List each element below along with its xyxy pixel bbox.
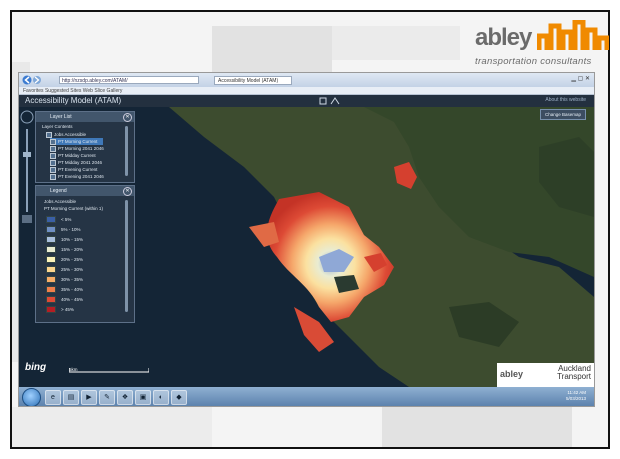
- legend-panel: Legend ✕ Jobs Accessible PT Morning Curr…: [35, 185, 135, 323]
- legend-swatch: [46, 296, 56, 304]
- legend-row: 35% - 40%: [46, 286, 83, 294]
- legend-row: 5% - 10%: [46, 226, 81, 234]
- layer-item[interactable]: PT Evening 2041 2046: [50, 173, 104, 180]
- back-forward-icon[interactable]: [22, 75, 52, 85]
- about-link[interactable]: About this website: [545, 97, 586, 103]
- browser-titlebar: http://nzsdp.abley.com/ATAM/ Accessibili…: [19, 73, 594, 87]
- app-icon[interactable]: ◐: [153, 390, 169, 405]
- legend-swatch: [46, 246, 56, 254]
- legend-label: 5% - 10%: [61, 227, 81, 232]
- radio-icon[interactable]: [50, 166, 56, 173]
- layer-item[interactable]: PT Morning 2041 2046: [50, 145, 104, 152]
- layer-list-panel: Layer List ✕ Layer Contents Jobs Accessi…: [35, 111, 135, 183]
- start-button[interactable]: [22, 388, 41, 406]
- clock-date: 5/03/2013: [565, 396, 586, 401]
- layer-item[interactable]: PT Morning Current: [50, 138, 104, 145]
- pin-icon[interactable]: ◆: [171, 390, 187, 405]
- legend-scrollbar[interactable]: [125, 200, 128, 312]
- legend-label: 15% - 20%: [61, 247, 84, 252]
- change-basemap-button[interactable]: Change Basemap: [540, 109, 586, 120]
- zoom-slider[interactable]: [19, 107, 35, 227]
- background-block: [12, 407, 212, 447]
- app-title: Accessibility Model (ATAM): [25, 96, 122, 105]
- abley-mini-logo: abley: [500, 369, 524, 379]
- folder-icon[interactable]: ▤: [63, 390, 79, 405]
- legend-label: < 5%: [61, 217, 72, 222]
- legend-row: 40% - 45%: [46, 296, 83, 304]
- scale-bar: 5km: [69, 367, 149, 377]
- legend-label: 10% - 15%: [61, 237, 84, 242]
- layer-item[interactable]: PT Evening Current: [50, 166, 97, 173]
- bing-logo: bing: [25, 362, 47, 373]
- screenshot-window: http://nzsdp.abley.com/ATAM/ Accessibili…: [18, 72, 595, 407]
- legend-label: 30% - 35%: [61, 277, 84, 282]
- auckland-transport-logo: Auckland Transport: [557, 364, 591, 381]
- legend-swatch: [46, 236, 56, 244]
- abley-logo: abley transportation consultants: [475, 18, 610, 80]
- partner-logos: abley Auckland Transport: [497, 363, 594, 387]
- logo-word: abley: [475, 24, 532, 51]
- window-icon[interactable]: ▣: [135, 390, 151, 405]
- legend-swatch: [46, 216, 56, 224]
- scale-bar-icon: [69, 368, 149, 373]
- favorites-bar[interactable]: Favorites Suggested Sites Web Slice Gall…: [19, 87, 594, 95]
- legend-swatch: [46, 286, 56, 294]
- layer-group[interactable]: Jobs Accessible: [46, 131, 86, 138]
- legend-label: 20% - 25%: [61, 257, 84, 262]
- system-clock: 11:42 AM 5/03/2013: [566, 390, 586, 402]
- legend-swatch: [46, 256, 56, 264]
- legend-label: 25% - 30%: [61, 267, 84, 272]
- map-view[interactable]: Change Basemap Layer List ✕ Layer Conten…: [19, 107, 594, 387]
- layer-scrollbar[interactable]: [125, 126, 128, 176]
- legend-label: 35% - 40%: [61, 287, 84, 292]
- legend-swatch: [46, 276, 56, 284]
- legend-row: 15% - 20%: [46, 246, 83, 254]
- layer-contents-label: Layer Contents: [42, 124, 73, 129]
- legend-row: 10% - 15%: [46, 236, 83, 244]
- radio-icon[interactable]: [50, 145, 56, 152]
- radio-icon[interactable]: [50, 152, 56, 159]
- legend-row: 20% - 25%: [46, 256, 83, 264]
- legend-row: 25% - 30%: [46, 266, 83, 274]
- ie-icon[interactable]: e: [45, 390, 61, 405]
- layer-list-header: Layer List: [36, 112, 134, 122]
- app-header: Accessibility Model (ATAM) About this we…: [19, 95, 594, 107]
- legend-row: > 45%: [46, 306, 74, 314]
- legend-layer: PT Morning Current (within 1): [44, 206, 103, 211]
- presentation-slide: abley transportation consultants http://…: [0, 0, 620, 459]
- legend-row: 30% - 35%: [46, 276, 83, 284]
- checkbox-icon[interactable]: [46, 131, 52, 138]
- legend-swatch: [46, 306, 56, 314]
- paint-icon[interactable]: ✎: [99, 390, 115, 405]
- layer-item[interactable]: PT Midday Current: [50, 152, 96, 159]
- layer-item[interactable]: PT Midday 2041 2046: [50, 159, 102, 166]
- legend-header: Legend: [36, 186, 134, 196]
- legend-group: Jobs Accessible: [44, 199, 77, 204]
- background-block: [382, 407, 572, 447]
- legend-row: < 5%: [46, 216, 71, 224]
- browser-tab[interactable]: Accessibility Model (ATAM): [214, 76, 292, 85]
- radio-icon[interactable]: [50, 173, 56, 180]
- legend-label: > 45%: [61, 307, 74, 312]
- address-bar[interactable]: http://nzsdp.abley.com/ATAM/: [59, 76, 199, 84]
- radio-icon[interactable]: [50, 138, 56, 145]
- tools-icon[interactable]: [319, 97, 341, 105]
- background-block: [332, 26, 460, 60]
- logo-bars-icon: [537, 20, 609, 50]
- windows-taskbar: e ▤ ▶ ✎ ❖ ▣ ◐ ◆ 11:42 AM 5/03/2013: [19, 387, 594, 406]
- legend-swatch: [46, 266, 56, 274]
- close-icon[interactable]: ✕: [123, 187, 132, 196]
- window-controls[interactable]: ▁ ▢ ✕: [571, 75, 590, 82]
- gallery-icon[interactable]: ❖: [117, 390, 133, 405]
- background-block: [212, 26, 332, 76]
- legend-swatch: [46, 226, 56, 234]
- media-icon[interactable]: ▶: [81, 390, 97, 405]
- logo-tagline: transportation consultants: [475, 56, 592, 67]
- radio-icon[interactable]: [50, 159, 56, 166]
- legend-label: 40% - 45%: [61, 297, 84, 302]
- close-icon[interactable]: ✕: [123, 113, 132, 122]
